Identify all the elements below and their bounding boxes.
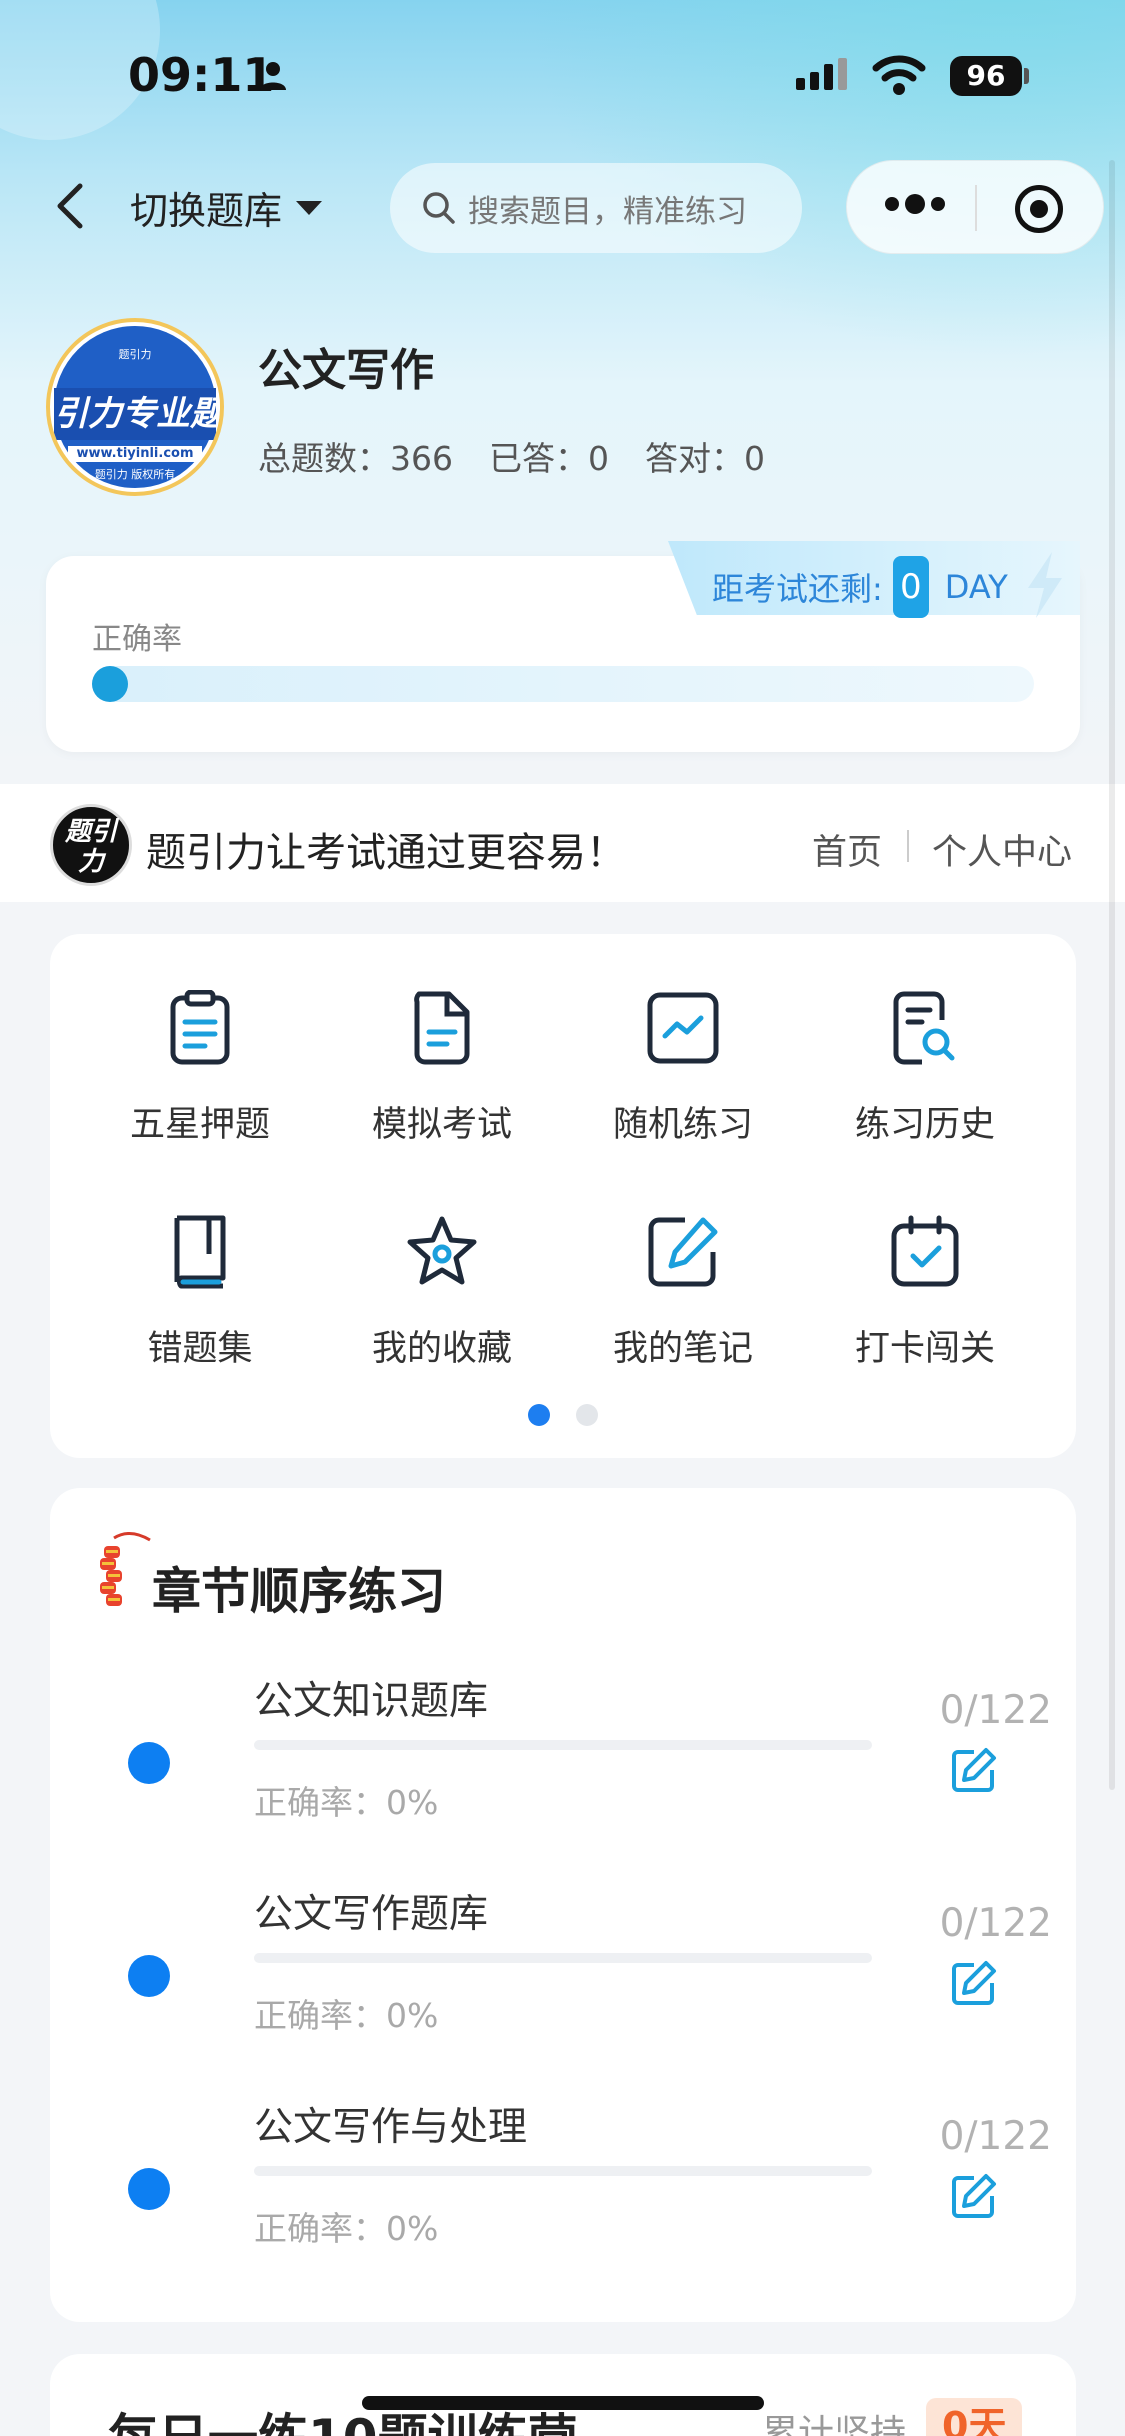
- pager-dot-active[interactable]: [528, 1404, 550, 1426]
- cellular-signal-icon: [796, 58, 852, 90]
- exam-countdown: 距考试还剩: 0 DAY: [712, 556, 1008, 618]
- feature-notes[interactable]: 我的笔记: [563, 1214, 803, 1371]
- feature-wrong-answers[interactable]: 错题集: [80, 1214, 320, 1371]
- exam-countdown-value: 0: [892, 556, 929, 618]
- promo-logo-text: 题引力: [64, 817, 117, 877]
- search-icon: [423, 192, 455, 224]
- chapter-count: 0/122: [939, 1901, 1052, 1946]
- bank-logo: 题引力 引力专业题 www.tiyinli.com 题引力 版权所有: [46, 318, 224, 496]
- edit-icon[interactable]: [950, 1746, 998, 1794]
- document-icon: [414, 991, 470, 1065]
- promo-logo: 题引力: [50, 804, 132, 886]
- wifi-icon: [872, 55, 926, 95]
- scrollbar[interactable]: [1109, 160, 1115, 1790]
- edit-icon[interactable]: [950, 1959, 998, 2007]
- switch-bank-label: 切换题库: [130, 189, 283, 233]
- home-indicator[interactable]: [362, 2396, 764, 2410]
- chapter-practice-title: 章节顺序练习: [152, 1563, 447, 1620]
- status-time: 09:11: [128, 48, 275, 102]
- chart-icon: [647, 992, 719, 1064]
- bank-stats: 总题数：366 已答：0 答对：0: [258, 432, 765, 480]
- chapter-count: 0/122: [939, 2114, 1052, 2159]
- chapter-count: 0/122: [939, 1688, 1052, 1733]
- battery-tip: [1024, 68, 1029, 84]
- back-arrow-icon[interactable]: [50, 178, 90, 234]
- feature-mock-exam[interactable]: 模拟考试: [322, 990, 562, 1147]
- stat-total: 总题数：366: [258, 439, 453, 478]
- switch-bank-dropdown[interactable]: 切换题库: [130, 180, 323, 235]
- lightning-icon: [1028, 552, 1062, 618]
- chapter-bullet: [128, 1955, 170, 1997]
- promo-slogan: 题引力让考试通过更容易！: [146, 830, 626, 876]
- chapter-bullet: [128, 2168, 170, 2210]
- search-bar[interactable]: 搜索题目，精准练习: [390, 163, 802, 253]
- feature-label: 随机练习: [612, 1105, 753, 1145]
- feature-history[interactable]: 练习历史: [805, 990, 1045, 1147]
- note-edit-icon: [648, 1217, 718, 1287]
- feature-checkin[interactable]: 打卡闯关: [805, 1214, 1045, 1371]
- history-search-icon: [893, 991, 955, 1065]
- edit-icon[interactable]: [950, 2172, 998, 2220]
- status-bar: 09:11 96: [0, 0, 1125, 150]
- feature-label: 我的笔记: [612, 1329, 753, 1369]
- caret-down-icon: [296, 200, 323, 215]
- chapter-progress-track: [254, 1953, 872, 1963]
- profile-link[interactable]: 个人中心: [932, 824, 1072, 875]
- chapter-bullet: [128, 1742, 170, 1784]
- stat-answered: 已答：0: [489, 439, 609, 478]
- logo-url: www.tiyinli.com: [68, 446, 202, 462]
- clipboard-icon: [170, 990, 230, 1065]
- chapter-accuracy: 正确率：0%: [254, 2209, 439, 2248]
- pager-dot[interactable]: [576, 1404, 598, 1426]
- home-link[interactable]: 首页: [812, 824, 882, 875]
- accuracy-label: 正确率: [92, 622, 182, 657]
- miniprogram-capsule: [846, 160, 1104, 254]
- chapter-progress-track: [254, 2166, 872, 2176]
- feature-pager: [528, 1404, 598, 1426]
- logo-title: 引力专业题: [54, 394, 224, 434]
- promo-divider: [907, 830, 909, 862]
- feature-label: 我的收藏: [371, 1329, 512, 1369]
- book-icon: [174, 1215, 226, 1289]
- more-menu-icon[interactable]: [885, 194, 945, 214]
- chapter-accuracy: 正确率：0%: [254, 1996, 439, 2035]
- feature-label: 错题集: [147, 1329, 253, 1369]
- chapter-row[interactable]: 公文知识题库 正确率：0% 0/122: [50, 1662, 1076, 1862]
- accuracy-progress-track: [92, 666, 1034, 702]
- streak-days-badge: 0天: [926, 2398, 1023, 2436]
- close-miniprogram-icon[interactable]: [1015, 185, 1063, 233]
- chapter-name: 公文写作与处理: [254, 2105, 528, 2150]
- bank-title: 公文写作: [258, 345, 434, 396]
- person-icon: [260, 62, 286, 90]
- star-icon: [407, 1216, 477, 1285]
- feature-label: 练习历史: [854, 1105, 995, 1145]
- chapter-row[interactable]: 公文写作题库 正确率：0% 0/122: [50, 1875, 1076, 2075]
- capsule-divider: [975, 185, 977, 231]
- calendar-check-icon: [891, 1215, 959, 1287]
- chapter-name: 公文知识题库: [254, 1679, 489, 1724]
- streak-label: 累计坚持: [762, 2413, 907, 2436]
- exam-countdown-unit: DAY: [944, 568, 1008, 606]
- chapter-row[interactable]: 公文写作与处理 正确率：0% 0/122: [50, 2088, 1076, 2288]
- exam-countdown-label: 距考试还剩:: [712, 570, 883, 608]
- chapter-name: 公文写作题库: [254, 1892, 489, 1937]
- feature-label: 打卡闯关: [854, 1329, 995, 1369]
- chapter-accuracy: 正确率：0%: [254, 1783, 439, 1822]
- feature-five-star[interactable]: 五星押题: [80, 990, 320, 1147]
- feature-label: 五星押题: [129, 1105, 270, 1145]
- battery-indicator: 96: [950, 56, 1022, 96]
- feature-favorites[interactable]: 我的收藏: [322, 1214, 562, 1371]
- logo-top-text: 题引力: [118, 348, 152, 361]
- logo-copyright: 题引力 版权所有: [94, 468, 176, 481]
- chapter-progress-track: [254, 1740, 872, 1750]
- search-placeholder: 搜索题目，精准练习: [468, 193, 747, 230]
- feature-label: 模拟考试: [371, 1105, 512, 1145]
- promo-bar: 题引力 题引力让考试通过更容易！ 首页 个人中心: [0, 784, 1125, 902]
- stat-correct: 答对：0: [645, 439, 765, 478]
- firecracker-icon: [100, 1532, 151, 1606]
- accuracy-progress-indicator: [92, 666, 128, 702]
- feature-random-practice[interactable]: 随机练习: [563, 990, 803, 1147]
